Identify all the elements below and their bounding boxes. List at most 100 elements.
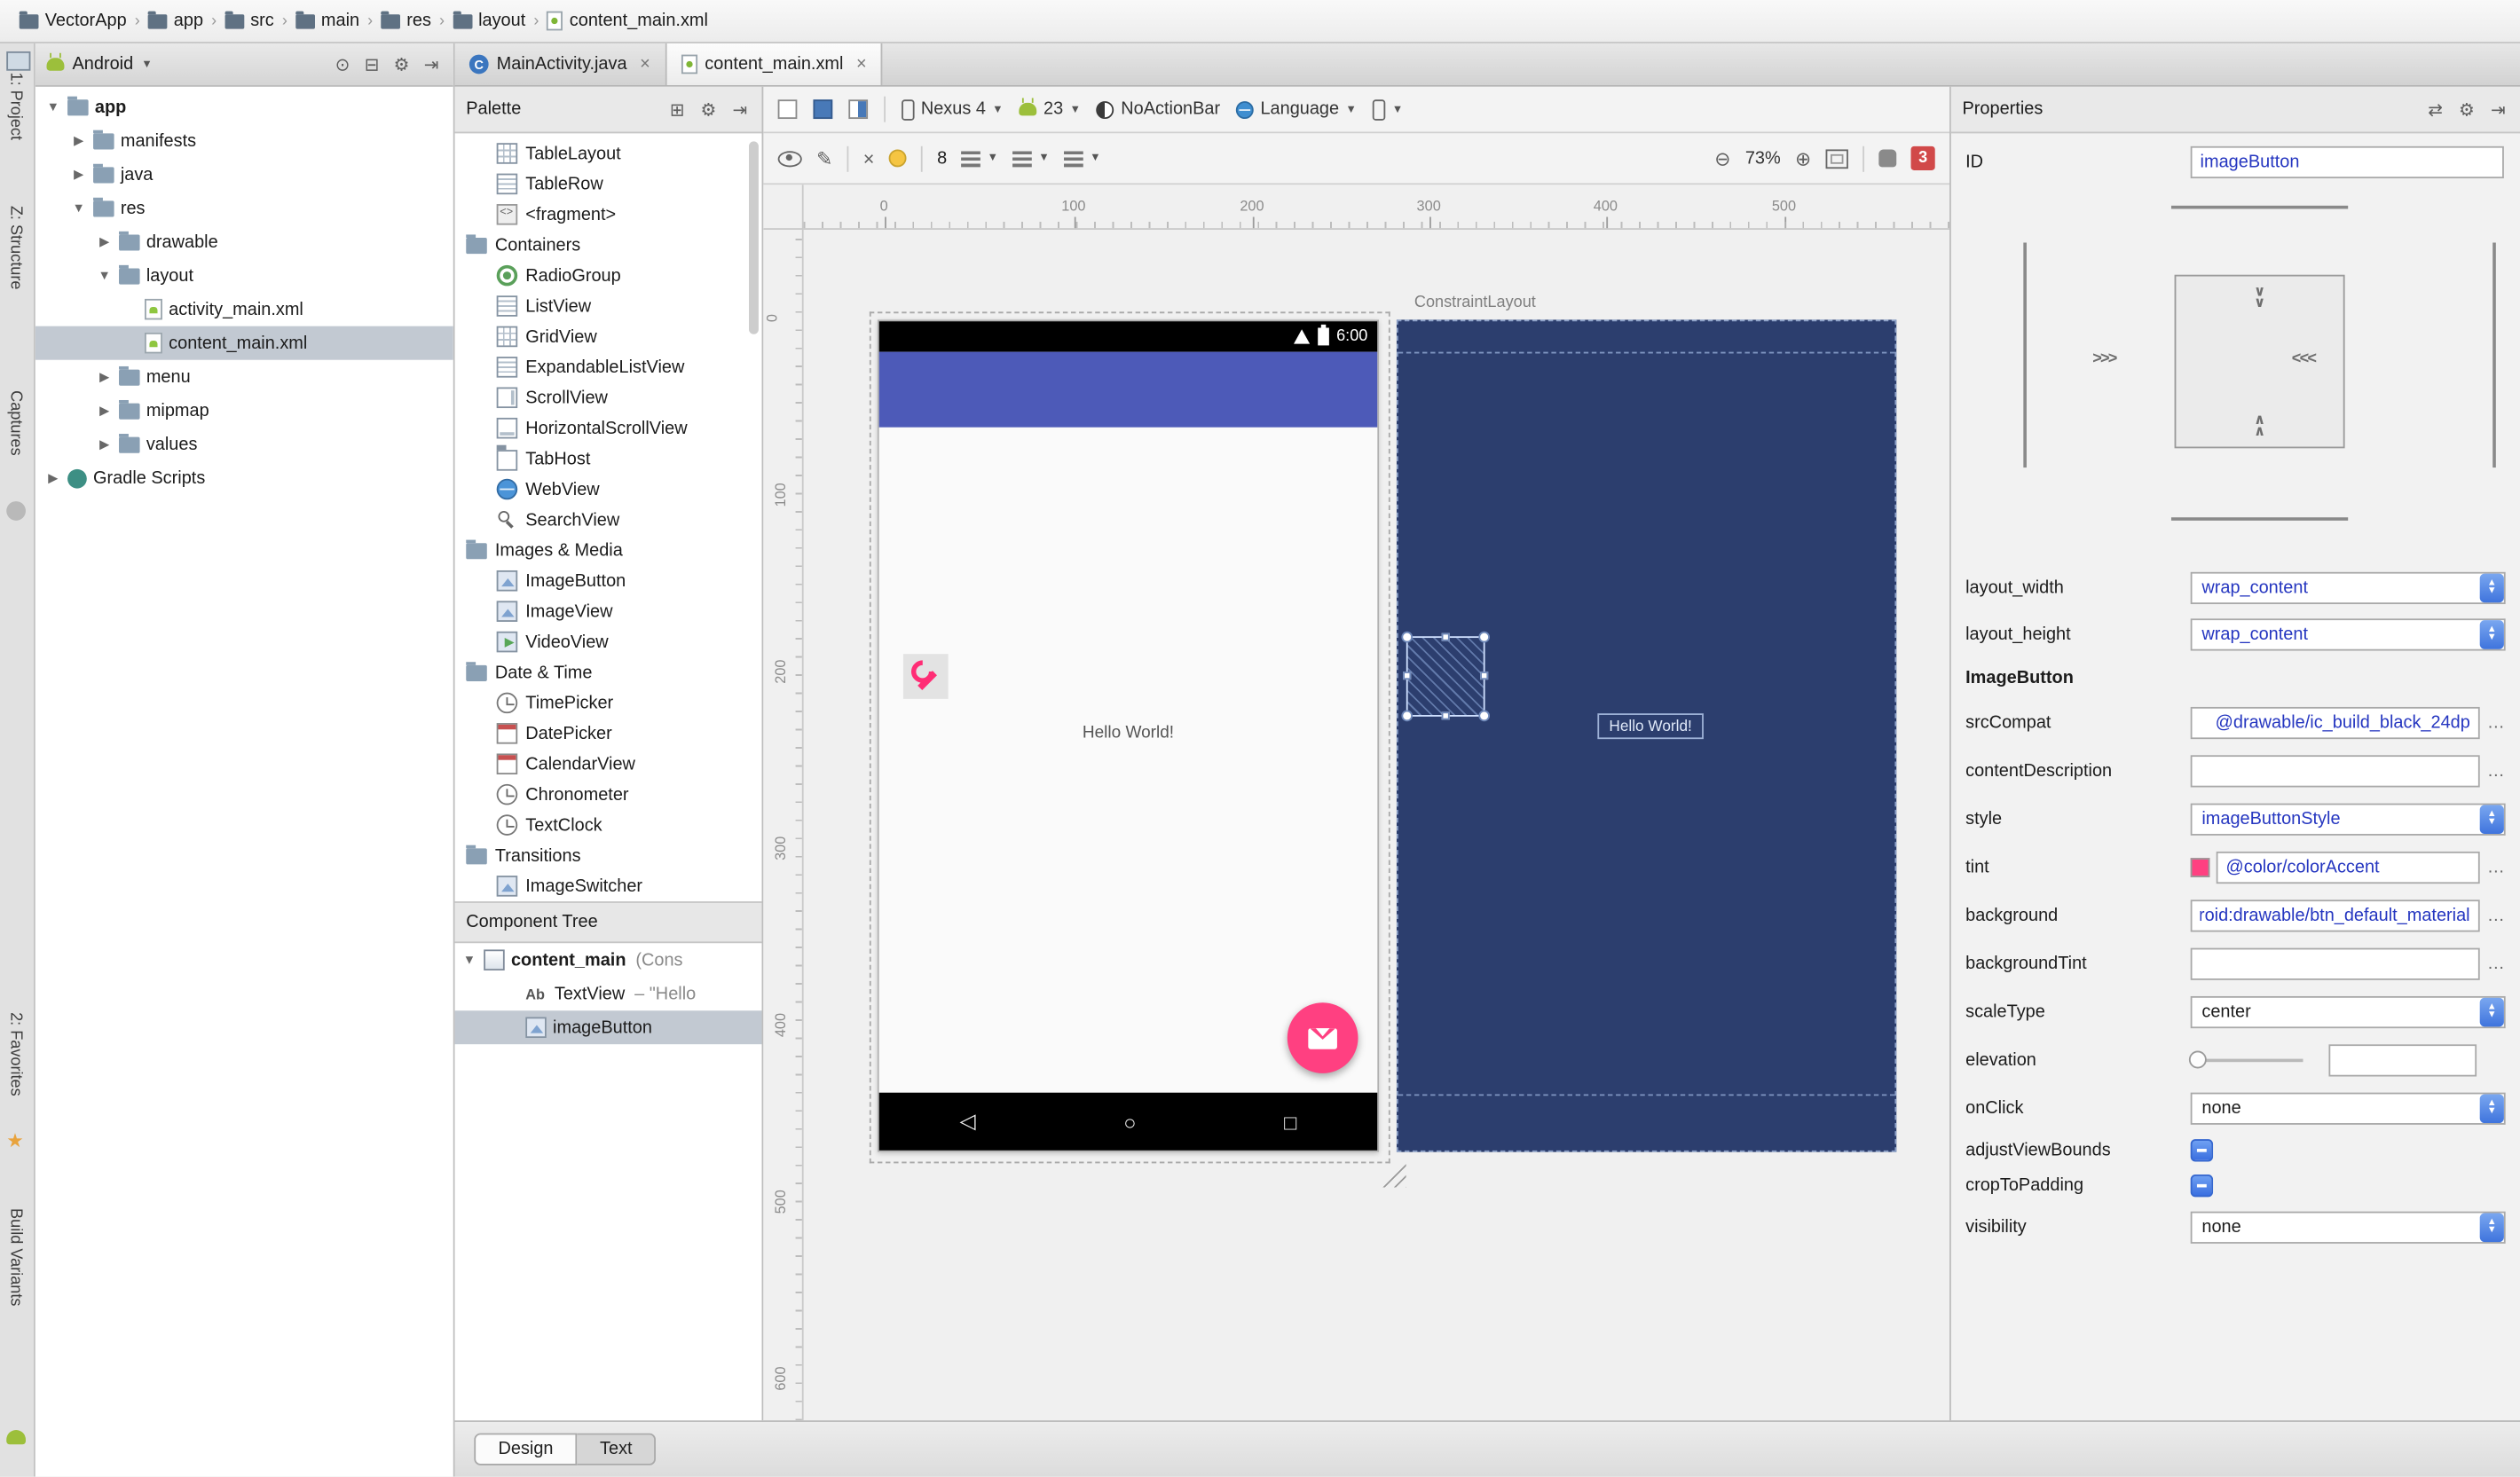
palette-item[interactable]: ImageButton — [455, 566, 762, 596]
infer-constraints-icon[interactable] — [888, 149, 907, 168]
stepper-icon[interactable]: ▲ ▼ — [2479, 572, 2504, 602]
onclick-select[interactable]: none ▲ ▼ — [2190, 1092, 2506, 1125]
switch-view-icon[interactable]: ⇄ — [2425, 98, 2446, 120]
autoconnect-icon[interactable]: ✎ — [816, 147, 832, 169]
tab-content-main[interactable]: content_main.xml × — [665, 43, 883, 85]
palette-item[interactable]: WebView — [455, 474, 762, 504]
gear-icon[interactable]: ⚙ — [697, 98, 720, 120]
close-icon[interactable]: × — [856, 55, 867, 75]
component-root[interactable]: ▼ content_main (Cons — [455, 943, 762, 977]
elevation-slider[interactable] — [2188, 1050, 2303, 1069]
design-preview[interactable]: 6:00 Hello World! ◁ ○ □ — [877, 319, 1380, 1152]
component-imagebutton[interactable]: imageButton — [454, 1010, 762, 1045]
tree-item-content-main[interactable]: content_main.xml — [35, 326, 453, 360]
orientation-selector[interactable]: ▼ — [1373, 98, 1403, 120]
palette-item[interactable]: DatePicker — [455, 719, 762, 749]
scaletype-select[interactable]: center ▲ ▼ — [2190, 995, 2506, 1029]
tree-item-manifests[interactable]: ▶ manifests — [35, 123, 453, 157]
anchor-handle[interactable] — [1403, 672, 1412, 680]
stepper-icon[interactable]: ▲ ▼ — [2479, 805, 2504, 835]
breadcrumb-item[interactable]: content_main.xml — [544, 11, 712, 31]
tree-item-layout[interactable]: ▼ layout — [35, 259, 453, 293]
component-textview[interactable]: Ab TextView – "Hello — [455, 977, 762, 1010]
palette-item[interactable]: TabHost — [455, 444, 762, 474]
tab-mainactivity[interactable]: C MainActivity.java × — [455, 43, 666, 85]
tab-design[interactable]: Design — [474, 1433, 578, 1465]
tool-button-structure[interactable]: Z: Structure — [6, 206, 24, 290]
tree-item-drawable[interactable]: ▶ drawable — [35, 225, 453, 259]
style-select[interactable]: imageButtonStyle ▲ ▼ — [2190, 803, 2506, 836]
chevron-right-icon[interactable]: ▶ — [71, 167, 87, 181]
resize-handle[interactable] — [1401, 710, 1414, 722]
scrollbar[interactable] — [749, 141, 759, 334]
gear-icon[interactable]: ⚙ — [2455, 98, 2477, 120]
resize-handle[interactable] — [1478, 710, 1491, 722]
device-selector[interactable]: Nexus 4 ▼ — [902, 98, 1004, 120]
anchor-handle[interactable] — [1440, 711, 1449, 720]
stepper-icon[interactable]: ▲ ▼ — [2479, 997, 2504, 1027]
pack-selector[interactable]: ▼ — [961, 150, 998, 167]
locate-file-button[interactable]: ⊙ — [332, 54, 353, 75]
imagebutton-wrench[interactable] — [902, 654, 949, 699]
gear-icon[interactable]: ⚙ — [390, 54, 413, 75]
color-swatch[interactable] — [2190, 858, 2210, 877]
activity-content[interactable]: Hello World! — [878, 427, 1378, 1093]
browse-button[interactable]: … — [2486, 713, 2506, 733]
hide-panel-button[interactable]: ⇥ — [421, 54, 442, 75]
tree-item-menu[interactable]: ▶ menu — [35, 360, 453, 394]
fab-button[interactable] — [1287, 1002, 1358, 1073]
both-mode-icon[interactable] — [848, 99, 869, 120]
palette-item[interactable]: ListView — [455, 291, 762, 321]
blueprint-mode-icon[interactable] — [813, 99, 833, 120]
adjustviewbounds-checkbox[interactable] — [2190, 1139, 2214, 1162]
layout-height-select[interactable]: wrap_content ▲ ▼ — [2190, 617, 2506, 650]
palette-group[interactable]: Containers — [455, 230, 762, 260]
theme-selector[interactable]: NoActionBar — [1097, 99, 1220, 119]
palette-item[interactable]: ScrollView — [455, 382, 762, 412]
tool-button-project[interactable]: 1: Project — [6, 73, 24, 141]
browse-button[interactable]: … — [2486, 762, 2506, 782]
stepper-icon[interactable]: ▲ ▼ — [2479, 619, 2504, 648]
backgroundtint-input[interactable] — [2190, 947, 2480, 980]
anchor-handle[interactable] — [1440, 632, 1449, 641]
chevron-right-icon[interactable]: ▶ — [71, 133, 87, 147]
locale-selector[interactable]: Language ▼ — [1236, 99, 1357, 119]
elevation-input[interactable] — [2328, 1044, 2477, 1077]
chevron-down-icon[interactable]: ▼ — [71, 200, 87, 215]
tree-item-activity-main[interactable]: activity_main.xml — [35, 293, 453, 326]
tree-item-java[interactable]: ▶ java — [35, 157, 453, 191]
breadcrumb-item[interactable]: layout — [449, 10, 528, 30]
palette-item[interactable]: ImageView — [455, 596, 762, 626]
tree-item-gradle-scripts[interactable]: ▶ Gradle Scripts — [35, 461, 453, 495]
palette-item[interactable]: Chronometer — [455, 779, 762, 809]
error-badge[interactable]: 3 — [1910, 145, 1935, 170]
croptopadding-checkbox[interactable] — [2190, 1175, 2214, 1198]
palette-item[interactable]: ExpandableListView — [455, 352, 762, 382]
pan-icon[interactable] — [1878, 149, 1897, 168]
tree-item-values[interactable]: ▶ values — [35, 428, 453, 461]
canvas-surface[interactable]: 6:00 Hello World! ◁ ○ □ ConstraintLayout… — [804, 230, 1949, 1420]
palette-item[interactable]: SearchView — [455, 505, 762, 535]
chevron-right-icon[interactable]: ▶ — [97, 234, 113, 248]
palette-item[interactable]: HorizontalScrollView — [455, 412, 762, 443]
resize-handle[interactable] — [1401, 631, 1414, 643]
show-constraints-icon[interactable] — [777, 150, 802, 167]
tool-button-favorites[interactable]: 2: Favorites — [6, 1012, 24, 1096]
palette-item[interactable]: VideoView — [455, 626, 762, 656]
palette-view-mode-button[interactable]: ⊞ — [666, 98, 688, 120]
tree-item-res[interactable]: ▼ res — [35, 192, 453, 225]
palette-item[interactable]: ImageSwitcher — [455, 871, 762, 901]
chevron-right-icon[interactable]: ▶ — [97, 437, 113, 452]
clear-constraints-icon[interactable]: × — [863, 147, 875, 169]
palette-item[interactable]: TableRow — [455, 169, 762, 199]
hide-panel-button[interactable]: ⇥ — [729, 98, 751, 120]
breadcrumb-item[interactable]: res — [378, 10, 435, 30]
palette-item[interactable]: GridView — [455, 321, 762, 351]
visibility-select[interactable]: none ▲ ▼ — [2190, 1211, 2506, 1244]
design-mode-icon[interactable] — [777, 99, 798, 120]
constraint-widget[interactable]: ∨ ∨ ∧ ∧ >>> <<< — [1951, 192, 2520, 564]
slider-knob[interactable] — [2188, 1050, 2207, 1069]
zoom-out-button[interactable]: ⊖ — [1714, 147, 1730, 169]
zoom-in-button[interactable]: ⊕ — [1795, 147, 1811, 169]
palette-item[interactable]: RadioGroup — [455, 260, 762, 290]
